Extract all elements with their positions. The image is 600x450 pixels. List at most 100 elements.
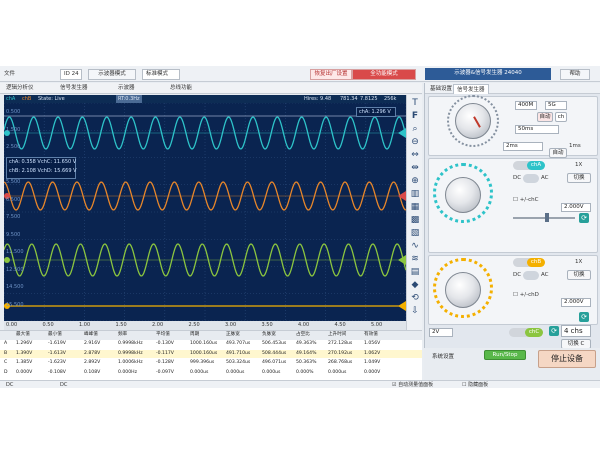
switch-button-b[interactable]: 切换 [567,270,591,280]
measurement-cell: 1000.160us [190,341,218,346]
zoom-in-icon[interactable]: ⌕ [409,123,421,135]
info-chd: chD: 15.669 V [41,168,77,174]
device-select[interactable]: ID 24 [60,69,82,80]
measurement-cell: 508.444us [262,350,287,356]
measurement-cell: 0.000us [328,369,347,375]
factory-reset-button[interactable]: 恢复出厂设置 [310,69,352,80]
x-axis-label: 2.00 [152,322,164,328]
hide-panel-label: 隐藏面板 [468,382,489,388]
channel-a-tag[interactable]: chA [6,95,15,103]
coupling-switch-a[interactable] [523,174,539,183]
x-axis-label: 1.50 [115,322,127,328]
tab-signal-generator[interactable]: 信号发生器 [60,83,88,94]
y-axis-label: 0.500 [6,109,21,115]
channel-a-knob[interactable] [445,177,481,213]
ch-button[interactable]: ch [555,112,567,122]
measurement-cell: 493.707us [226,341,251,346]
mode-button[interactable]: 示波器模式 [88,69,136,80]
auto-button[interactable]: 自动 [549,148,567,158]
channel-b-ac: AC [541,272,549,278]
sample-rate-field[interactable]: 400M [515,101,537,110]
auto-measure-checkbox[interactable]: ☑ 自动测量值面板 [392,381,433,388]
reset-b-icon[interactable]: ⟳ [579,312,589,322]
auto-set-button[interactable]: 自动 [537,112,553,122]
couple-checkbox-a[interactable]: ☐ +/-chC [513,197,538,203]
measurement-row[interactable]: A 1.296V -1.619V 2.916V 0.9998kHz -0.130V 1000… [0,340,422,349]
tab-oscilloscope[interactable]: 示波器 [118,83,135,94]
channel-b-pill[interactable]: chB [527,258,545,267]
measurement-row[interactable]: B 1.390V -1.613V 2.878V 0.9998kHz -0.117V 1000… [0,349,422,358]
measure-icon[interactable]: ▦ [409,201,421,213]
offset-slider-a[interactable] [513,217,575,219]
y-axis-label: 7.500 [6,214,21,220]
channel-a-dc: DC [513,175,522,181]
marker-value: chA: 1.296 V [359,109,391,115]
tab-logic-analyzer[interactable]: 逻辑分析仪 [6,83,34,94]
measurement-row[interactable]: D 0.000V -0.108V 0.108V 0.000Hz -0.097V 0.000u… [0,369,422,378]
channel-marker-right [398,301,406,311]
export-icon[interactable]: ⇩ [409,305,421,317]
channel-b-tag[interactable]: chB [22,95,31,103]
measurement-cell: 50.363% [296,360,317,365]
full-mode-button[interactable]: 全功能模式 [352,69,416,80]
volts-div-a[interactable]: 2.000V [561,203,591,212]
measurement-header-cell: 负脉宽 [262,332,276,337]
waveform-display[interactable]: 0.5001.5002.5003.5005.5006.5007.5009.500… [4,103,406,321]
system-settings-tab[interactable]: 系统设置 [432,352,454,360]
measurement-cell: 1.049V [364,360,381,365]
spectrum-icon[interactable]: ▤ [409,266,421,278]
offset-slider-a-handle[interactable] [545,213,549,222]
measurement-cell: 1.062V [364,350,381,356]
expand-horizontal-icon[interactable]: ⇔ [409,149,421,161]
channel-a-pill[interactable]: chA [527,161,545,170]
measurement-cell: 503.324us [226,360,251,365]
mode-select[interactable]: 标准模式 [142,69,180,80]
measurement-cell: 272.128us [328,341,353,346]
math-icon[interactable]: ▧ [409,227,421,239]
measurement-cell: 0.000% [296,369,314,375]
tab-bus-functions[interactable]: 总线功能 [170,83,192,94]
measurement-header-cell: 频率 [118,332,128,337]
cursor-icon[interactable]: ⊕ [409,175,421,187]
timebase-select[interactable]: 50ms [515,125,559,134]
measurement-cell: -0.117V [156,350,174,356]
hide-panel-checkbox[interactable]: ☐ 隐藏面板 [462,381,488,388]
channel-icon[interactable]: ◆ [409,279,421,291]
refresh-c-icon[interactable]: ⟳ [549,326,559,336]
coupling-a: DC [6,382,14,388]
reset-a-icon[interactable]: ⟳ [579,213,589,223]
measurement-header-cell: 周期 [190,332,200,337]
sample-depth-field[interactable]: 5G [545,101,567,110]
channel-a-probe: 1X [575,162,583,168]
stop-device-button[interactable]: 停止设备 [538,350,596,368]
volt-select[interactable]: 2V [429,328,453,337]
measurement-cell: 0.000us [262,369,281,375]
file-menu[interactable]: 文件 [4,69,15,80]
trigger-icon[interactable]: T [409,97,421,109]
switch-button-a[interactable]: 切换 [567,173,591,183]
help-button[interactable]: 帮助 [560,69,590,80]
recenter-icon[interactable]: ⟲ [409,292,421,304]
tab-generator[interactable]: 信号发生器 [453,84,489,94]
x-axis-label: 4.50 [334,322,346,328]
channel-count-field[interactable]: 4 chs [561,325,591,337]
freeze-icon[interactable]: F [409,110,421,122]
time-per-div-select[interactable]: 2ms [503,142,543,151]
channel-c-pill[interactable]: chC [525,328,543,337]
marker-readout: chA: 1.296 V [356,107,396,117]
reference-icon[interactable]: ≋ [409,253,421,265]
tab-basic-settings[interactable]: 基础设置 [427,84,455,94]
measurement-row[interactable]: C 1.385V -1.623V 2.892V 1.0006kHz -0.128V 999.… [0,359,422,368]
coupling-switch-b[interactable] [523,271,539,280]
grid-icon[interactable]: ▩ [409,214,421,226]
channel-b-knob[interactable] [445,272,481,308]
zoom-out-icon[interactable]: ⊖ [409,136,421,148]
fft-icon[interactable]: ▥ [409,188,421,200]
measurement-cell: 0.9998kHz [118,341,143,346]
y-axis-label: 12.500 [6,266,24,273]
fit-horizontal-icon[interactable]: ⇹ [409,162,421,174]
couple-checkbox-b[interactable]: ☐ +/-chD [513,292,539,298]
volts-div-b[interactable]: 2.000V [561,298,591,307]
run-stop-button[interactable]: Run/Stop [484,350,526,360]
waveform-icon[interactable]: ∿ [409,240,421,252]
